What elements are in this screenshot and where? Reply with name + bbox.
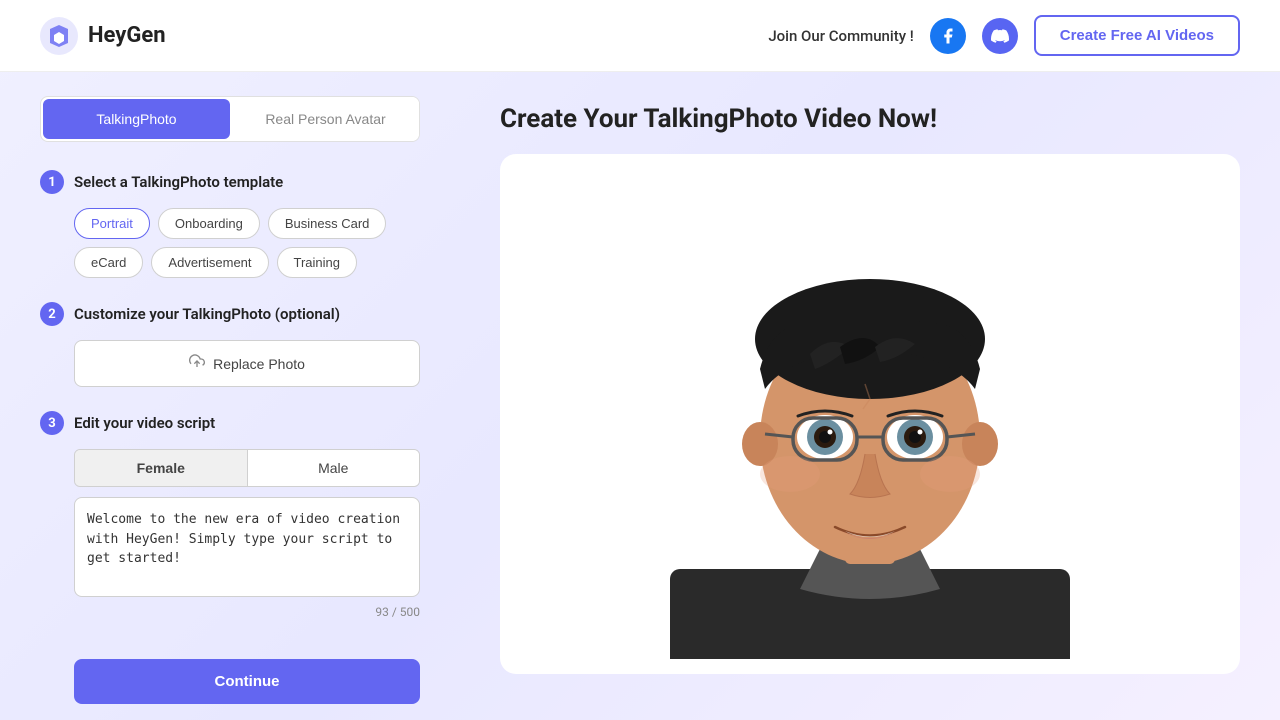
gender-male-tab[interactable]: Male [248,450,420,486]
template-grid: Portrait Onboarding Business Card eCard … [40,208,420,278]
step-3: 3 Edit your video script Female Male Wel… [40,411,420,619]
discord-icon[interactable] [982,18,1018,54]
preview-title: Create Your TalkingPhoto Video Now! [500,104,1240,134]
template-onboarding[interactable]: Onboarding [158,208,260,239]
video-preview [500,154,1240,674]
main-content: TalkingPhoto Real Person Avatar 1 Select… [0,72,1280,720]
gender-female-tab[interactable]: Female [75,450,247,486]
step-2: 2 Customize your TalkingPhoto (optional)… [40,302,420,387]
template-ecard[interactable]: eCard [74,247,143,278]
script-container: Welcome to the new era of video creation… [74,497,420,619]
left-panel: TalkingPhoto Real Person Avatar 1 Select… [0,72,460,720]
logo: HeyGen [40,17,166,55]
char-count: 93 / 500 [74,605,420,619]
step-3-header: 3 Edit your video script [40,411,420,435]
step-2-header: 2 Customize your TalkingPhoto (optional) [40,302,420,326]
step-1: 1 Select a TalkingPhoto template Portrai… [40,170,420,278]
step-1-header: 1 Select a TalkingPhoto template [40,170,420,194]
tab-real-person-avatar[interactable]: Real Person Avatar [232,97,419,141]
gender-tabs: Female Male [74,449,420,487]
step-3-title: Edit your video script [74,414,215,432]
tab-talking-photo[interactable]: TalkingPhoto [43,99,230,139]
community-label: Join Our Community ! [768,27,913,45]
upload-icon [189,353,205,374]
template-business-card[interactable]: Business Card [268,208,387,239]
step-2-title: Customize your TalkingPhoto (optional) [74,305,340,323]
facebook-icon[interactable] [930,18,966,54]
continue-button[interactable]: Continue [74,659,420,704]
heygen-logo-icon [40,17,78,55]
avatar-svg [520,169,1220,659]
create-free-ai-videos-button[interactable]: Create Free AI Videos [1034,15,1240,56]
replace-photo-label: Replace Photo [213,356,305,372]
template-advertisement[interactable]: Advertisement [151,247,268,278]
step-1-title: Select a TalkingPhoto template [74,173,283,191]
step-3-number: 3 [40,411,64,435]
tabs-container: TalkingPhoto Real Person Avatar [40,96,420,142]
template-portrait[interactable]: Portrait [74,208,150,239]
logo-text: HeyGen [88,23,166,48]
template-training[interactable]: Training [277,247,357,278]
replace-photo-button[interactable]: Replace Photo [74,340,420,387]
script-textarea[interactable]: Welcome to the new era of video creation… [74,497,420,597]
step-1-number: 1 [40,170,64,194]
header: HeyGen Join Our Community ! Create Free … [0,0,1280,72]
right-panel: Create Your TalkingPhoto Video Now! [460,72,1280,720]
header-right: Join Our Community ! Create Free AI Vide… [768,15,1240,56]
step-2-number: 2 [40,302,64,326]
